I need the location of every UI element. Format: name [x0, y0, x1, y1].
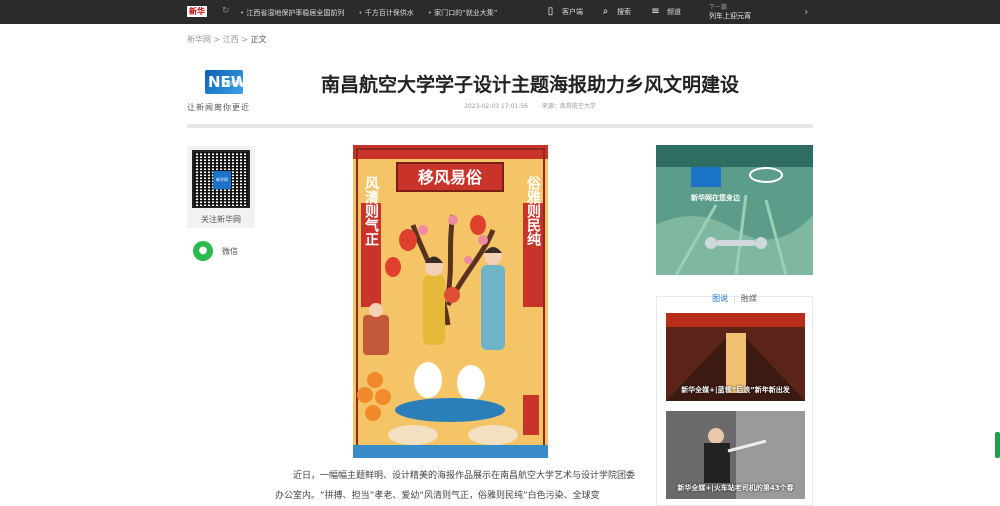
- media-tabs: 图说 | 融媒: [657, 293, 812, 304]
- article-poster-image: 移风易俗 风清则气正 俗雅则民纯: [353, 145, 548, 458]
- breadcrumb-section[interactable]: 江西: [223, 35, 239, 44]
- news-ticker: 江西省湿地保护率稳居全国前列 千方百计保供水 家门口的“就业大集”: [240, 8, 497, 18]
- tab-rongmei[interactable]: 融媒: [741, 294, 757, 303]
- scrollbar-thumb[interactable]: [995, 432, 1000, 458]
- qr-code: 新华网: [192, 150, 250, 208]
- poster-illustration: 移风易俗 风清则气正 俗雅则民纯: [353, 145, 548, 458]
- article-meta: 2023-02-03 17:01:56 来源：南昌航空大学: [260, 101, 800, 110]
- xinhua-logo[interactable]: 新华: [187, 6, 207, 17]
- search-button[interactable]: ⌕ 搜索: [600, 5, 631, 18]
- logo-sub: 新华网: [225, 81, 241, 87]
- search-icon: ⌕: [602, 6, 609, 17]
- brand-block[interactable]: NEWS 新华网 让新闻离你更近: [187, 68, 258, 114]
- tab-separator: |: [733, 294, 736, 303]
- ticker-item[interactable]: 千方百计保供水: [358, 8, 414, 18]
- phone-icon: ▯: [547, 6, 554, 17]
- breadcrumb-home[interactable]: 新华网: [187, 35, 211, 44]
- next-article-link[interactable]: 下一篇 列车上迎元宵: [709, 3, 751, 21]
- search-label: 搜索: [617, 7, 631, 16]
- right-ad-image[interactable]: 新华网在您身边: [656, 145, 813, 275]
- card-caption: 新华全媒+|火车站老司机的第43个春: [677, 484, 794, 492]
- media-card[interactable]: 新华全媒+|蓝领“后浪”新年新出发: [666, 313, 805, 401]
- article-title: 南昌航空大学学子设计主题海报助力乡风文明建设: [320, 74, 739, 96]
- qr-center-logo: 新华网: [213, 171, 231, 189]
- news-logo: NEWS 新华网: [205, 70, 258, 94]
- tab-tushuo[interactable]: 图说: [712, 294, 728, 303]
- title-divider: [187, 124, 813, 128]
- poster-top-text: 移风易俗: [418, 168, 483, 187]
- follow-qr-box: 新华网 关注新华网: [187, 146, 255, 228]
- article-date: 2023-02-03 17:01:56: [464, 103, 528, 110]
- wechat-label: 微信: [222, 246, 238, 256]
- channel-button[interactable]: ≡ 频道: [650, 5, 681, 18]
- wechat-share-button[interactable]: ● 微信: [193, 241, 238, 261]
- client-button[interactable]: ▯ 客户端: [545, 5, 583, 18]
- breadcrumb-separator: >: [213, 35, 221, 44]
- refresh-icon[interactable]: ↻: [222, 6, 230, 16]
- card-caption: 新华全媒+|蓝领“后浪”新年新出发: [681, 386, 790, 394]
- brand-slogan: 让新闻离你更近: [187, 103, 250, 112]
- article-paragraph: 近日，一幅幅主题鲜明、设计精美的海报作品展示在南昌航空大学艺术与设计学院团委办公…: [275, 471, 636, 501]
- ticker-item[interactable]: 家门口的“就业大集”: [428, 8, 497, 18]
- poster-right-text: 俗雅则民纯: [525, 175, 542, 247]
- ad-caption: 新华网在您身边: [691, 194, 740, 202]
- follow-label: 关注新华网: [201, 215, 241, 224]
- article-source: 来源：南昌航空大学: [541, 103, 596, 110]
- breadcrumb-separator: >: [241, 35, 249, 44]
- breadcrumb: 新华网 > 江西 > 正文: [187, 34, 267, 45]
- wechat-icon: ●: [193, 241, 213, 261]
- top-navigation-bar: 新华 ↻ 江西省湿地保护率稳居全国前列 千方百计保供水 家门口的“就业大集” ▯…: [0, 0, 1000, 24]
- next-label: 下一篇: [709, 4, 728, 11]
- breadcrumb-current: 正文: [250, 35, 267, 44]
- ticker-item[interactable]: 江西省湿地保护率稳居全国前列: [240, 8, 344, 18]
- chevron-right-icon[interactable]: ›: [804, 5, 808, 18]
- next-title: 列车上迎元宵: [709, 12, 751, 20]
- media-panel: 图说 | 融媒 新华全媒+|蓝领“后浪”新年新出发 新华全媒+|火车站老司机的第43…: [656, 293, 813, 506]
- menu-icon: ≡: [651, 6, 660, 17]
- client-label: 客户端: [562, 7, 583, 16]
- ad-illustration: [656, 145, 813, 275]
- channel-label: 频道: [667, 7, 681, 16]
- media-card[interactable]: 新华全媒+|火车站老司机的第43个春: [666, 411, 805, 499]
- poster-left-text: 风清则气正: [363, 176, 380, 246]
